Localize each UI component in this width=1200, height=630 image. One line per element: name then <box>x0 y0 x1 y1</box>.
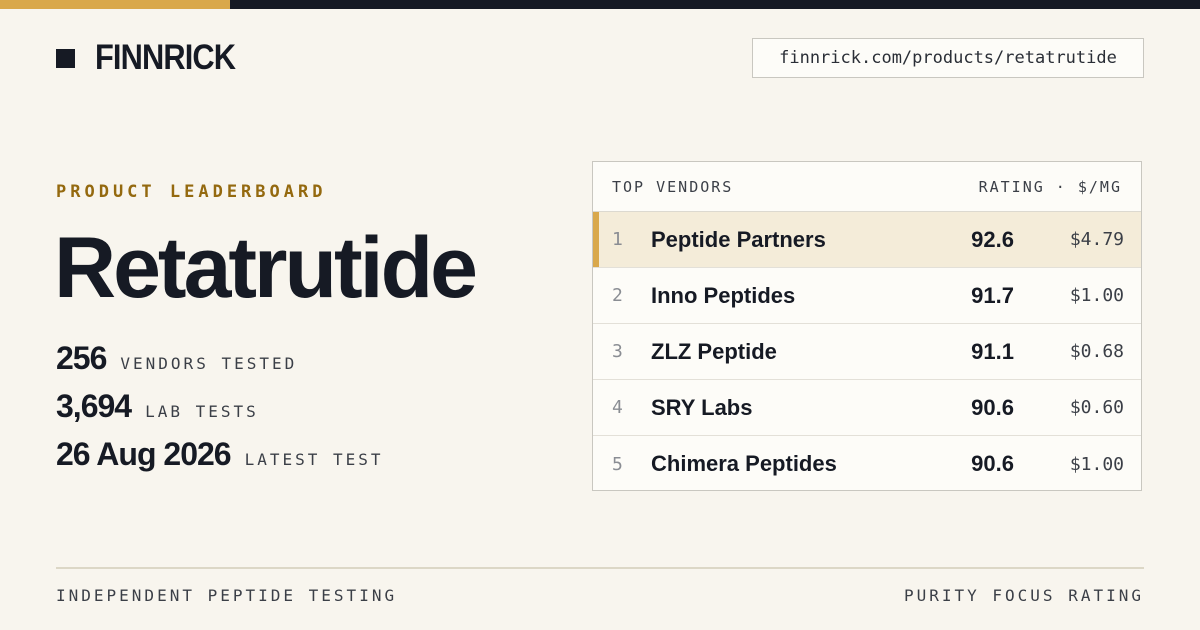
row-price: $1.00 <box>1069 285 1124 306</box>
stat-value: 256 <box>56 340 107 376</box>
row-rating: 91.1 <box>971 338 1014 364</box>
table-row[interactable]: 4 SRY Labs 90.6 $0.60 <box>593 380 1141 436</box>
row-rating: 92.6 <box>971 226 1014 252</box>
eyebrow-label: PRODUCT LEADERBOARD <box>56 182 327 202</box>
brand[interactable]: FINNRICK <box>56 38 254 78</box>
row-price: $0.60 <box>1069 397 1124 418</box>
row-rating: 91.7 <box>971 282 1014 308</box>
row-rank: 4 <box>612 397 623 418</box>
row-rank: 3 <box>612 341 623 362</box>
stat-value: 3,694 <box>56 388 132 424</box>
row-price: $4.79 <box>1069 229 1124 250</box>
row-price: $0.68 <box>1069 341 1124 362</box>
stat-vendors-tested: 256 VENDORS TESTED <box>56 340 297 377</box>
top-accent-gold <box>0 0 230 9</box>
row-rank: 5 <box>612 453 623 475</box>
row-vendor: Chimera Peptides <box>651 451 837 476</box>
stat-lab-tests: 3,694 LAB TESTS <box>56 388 259 425</box>
product-url[interactable]: finnrick.com/products/retatrutide <box>752 38 1144 78</box>
row-price: $1.00 <box>1069 453 1124 475</box>
top-accent-bar <box>0 0 1200 9</box>
row-vendor: ZLZ Peptide <box>651 338 777 364</box>
row-rating: 90.6 <box>971 394 1014 420</box>
header-top-vendors: TOP VENDORS <box>612 177 734 196</box>
stat-label: LATEST TEST <box>244 450 384 469</box>
row-vendor: Peptide Partners <box>651 226 826 252</box>
table-row[interactable]: 3 ZLZ Peptide 91.1 $0.68 <box>593 324 1141 380</box>
leaderboard-header: TOP VENDORS RATING · $/MG <box>593 162 1141 212</box>
row-highlight-accent <box>593 212 599 267</box>
table-row[interactable]: 2 Inno Peptides 91.7 $1.00 <box>593 268 1141 324</box>
footer-rating-label: PURITY FOCUS RATING <box>903 586 1144 605</box>
brand-name: FINNRICK <box>95 38 236 77</box>
stat-value: 26 Aug 2026 <box>56 436 232 472</box>
row-rank: 1 <box>612 229 623 250</box>
stat-label: VENDORS TESTED <box>120 354 298 373</box>
footer-divider <box>56 567 1144 569</box>
leaderboard-table: TOP VENDORS RATING · $/MG 1 Peptide Part… <box>592 161 1142 491</box>
row-rating: 90.6 <box>971 451 1014 476</box>
stat-label: LAB TESTS <box>145 402 259 421</box>
row-rank: 2 <box>612 285 623 306</box>
stat-latest-test: 26 Aug 2026 LATEST TEST <box>56 436 384 473</box>
table-row[interactable]: 1 Peptide Partners 92.6 $4.79 <box>593 212 1141 268</box>
row-vendor: SRY Labs <box>651 394 753 420</box>
page-title: Retatrutide <box>54 220 478 316</box>
header-rating-price: RATING · $/MG <box>978 177 1122 196</box>
square-logo-icon <box>56 48 75 68</box>
footer-tagline: INDEPENDENT PEPTIDE TESTING <box>56 586 398 605</box>
top-accent-dark <box>230 0 1200 9</box>
table-row[interactable]: 5 Chimera Peptides 90.6 $1.00 <box>593 436 1141 492</box>
row-vendor: Inno Peptides <box>651 282 796 308</box>
